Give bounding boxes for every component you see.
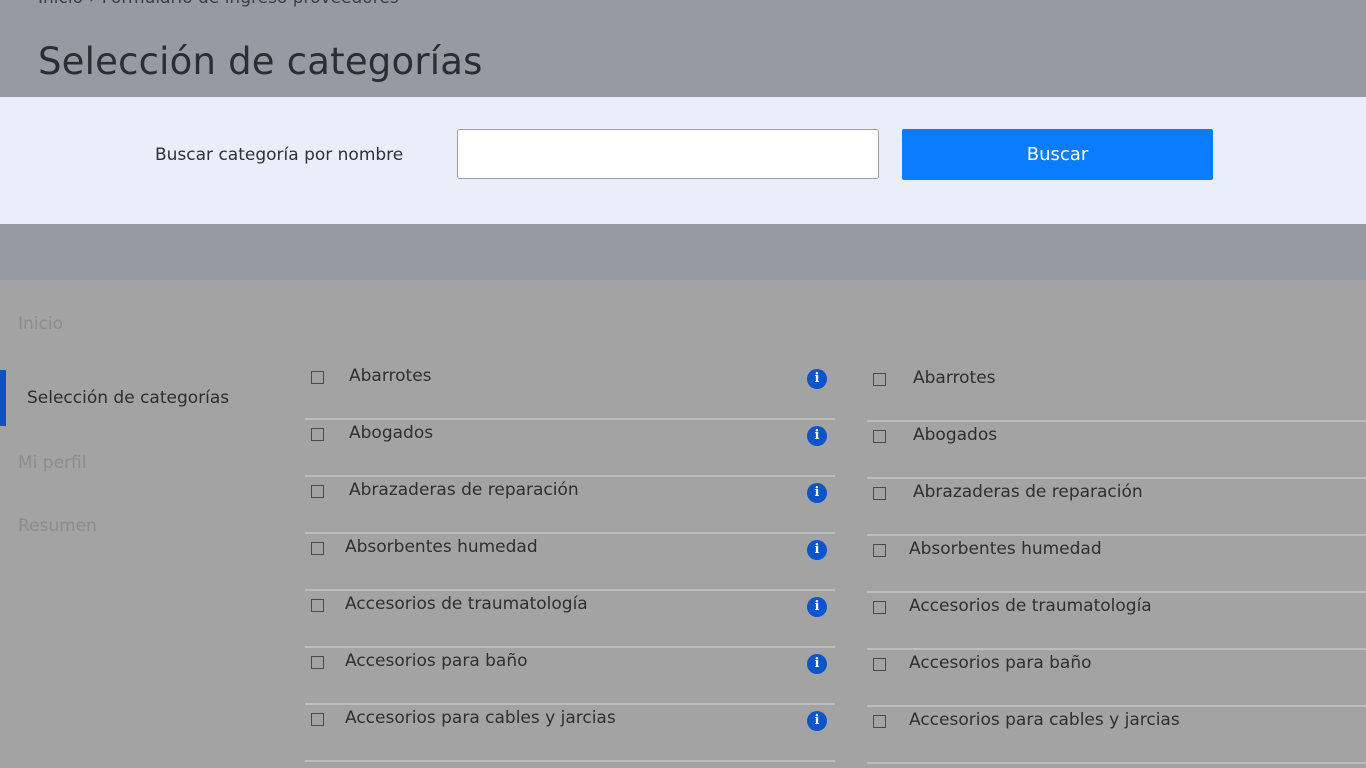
search-input[interactable] xyxy=(457,129,879,179)
category-row[interactable]: Absorbentes humedad i xyxy=(305,534,835,591)
category-label: Accesorios para baño xyxy=(909,653,1092,673)
category-row[interactable]: Accesorios para baño i xyxy=(305,648,835,705)
checkbox-icon[interactable] xyxy=(311,599,324,612)
category-row[interactable]: Accesorios para cables y jarcias xyxy=(867,707,1366,764)
sidebar-item-mi-perfil[interactable]: Mi perfil xyxy=(18,453,86,473)
checkbox-icon[interactable] xyxy=(311,485,324,498)
checkbox-icon[interactable] xyxy=(873,487,886,500)
category-label: Abarrotes xyxy=(913,368,996,388)
breadcrumb: Inicio › Formulario de ingreso proveedores xyxy=(38,0,399,8)
page-header: Inicio › Formulario de ingreso proveedores… xyxy=(0,0,1366,97)
checkbox-icon[interactable] xyxy=(311,542,324,555)
breadcrumb-item-current: Formulario de ingreso proveedores xyxy=(102,0,399,8)
checkbox-icon[interactable] xyxy=(873,544,886,557)
category-row[interactable]: Abrazaderas de reparación xyxy=(867,479,1366,536)
page-title: Selección de categorías xyxy=(38,40,483,83)
category-row[interactable]: Abrazaderas de reparación i xyxy=(305,477,835,534)
breadcrumb-separator: › xyxy=(89,0,96,8)
checkbox-icon[interactable] xyxy=(873,601,886,614)
info-icon[interactable]: i xyxy=(807,369,827,389)
checkbox-icon[interactable] xyxy=(311,713,324,726)
info-icon[interactable]: i xyxy=(807,540,827,560)
category-row[interactable]: Accesorios para baño xyxy=(867,650,1366,707)
sidebar-item-seleccion-categorias[interactable]: Selección de categorías xyxy=(27,388,229,408)
category-row[interactable]: Accesorios de traumatología xyxy=(867,593,1366,650)
page: Inicio › Formulario de ingreso proveedores… xyxy=(0,0,1366,768)
category-label: Accesorios para cables y jarcias xyxy=(909,710,1180,730)
category-label: Accesorios para cables y jarcias xyxy=(345,708,616,728)
category-row[interactable]: Abarrotes xyxy=(867,365,1366,422)
category-row[interactable]: Abogados xyxy=(867,422,1366,479)
category-label: Abrazaderas de reparación xyxy=(349,480,579,500)
info-icon[interactable]: i xyxy=(807,597,827,617)
checkbox-icon[interactable] xyxy=(873,430,886,443)
info-icon[interactable]: i xyxy=(807,483,827,503)
category-row[interactable]: Absorbentes humedad xyxy=(867,536,1366,593)
checkbox-icon[interactable] xyxy=(311,428,324,441)
category-label: Abogados xyxy=(913,425,998,445)
category-label: Absorbentes humedad xyxy=(345,537,538,557)
category-row[interactable]: Abarrotes i xyxy=(305,363,835,420)
category-row[interactable]: Accesorios de traumatología i xyxy=(305,591,835,648)
main-content: Inicio Selección de categorías Mi perfil… xyxy=(0,280,1366,768)
sidebar-item-resumen[interactable]: Resumen xyxy=(18,516,97,536)
category-row[interactable]: Abogados i xyxy=(305,420,835,477)
checkbox-icon[interactable] xyxy=(873,373,886,386)
info-icon[interactable]: i xyxy=(807,426,827,446)
search-button[interactable]: Buscar xyxy=(902,129,1213,180)
search-label: Buscar categoría por nombre xyxy=(155,145,404,165)
breadcrumb-item-inicio[interactable]: Inicio xyxy=(38,0,83,8)
overlay-band xyxy=(0,224,1366,280)
sidebar-active-indicator xyxy=(0,370,6,426)
checkbox-icon[interactable] xyxy=(873,658,886,671)
category-label: Abrazaderas de reparación xyxy=(913,482,1143,502)
category-label: Accesorios de traumatología xyxy=(909,596,1152,616)
sidebar-item-inicio[interactable]: Inicio xyxy=(18,314,63,334)
checkbox-icon[interactable] xyxy=(873,715,886,728)
checkbox-icon[interactable] xyxy=(311,371,324,384)
category-label: Abarrotes xyxy=(349,366,432,386)
info-icon[interactable]: i xyxy=(807,654,827,674)
category-label: Accesorios para baño xyxy=(345,651,528,671)
category-label: Accesorios de traumatología xyxy=(345,594,588,614)
category-label: Absorbentes humedad xyxy=(909,539,1102,559)
checkbox-icon[interactable] xyxy=(311,656,324,669)
info-icon[interactable]: i xyxy=(807,711,827,731)
category-label: Abogados xyxy=(349,423,434,443)
category-row[interactable]: Accesorios para cables y jarcias i xyxy=(305,705,835,762)
